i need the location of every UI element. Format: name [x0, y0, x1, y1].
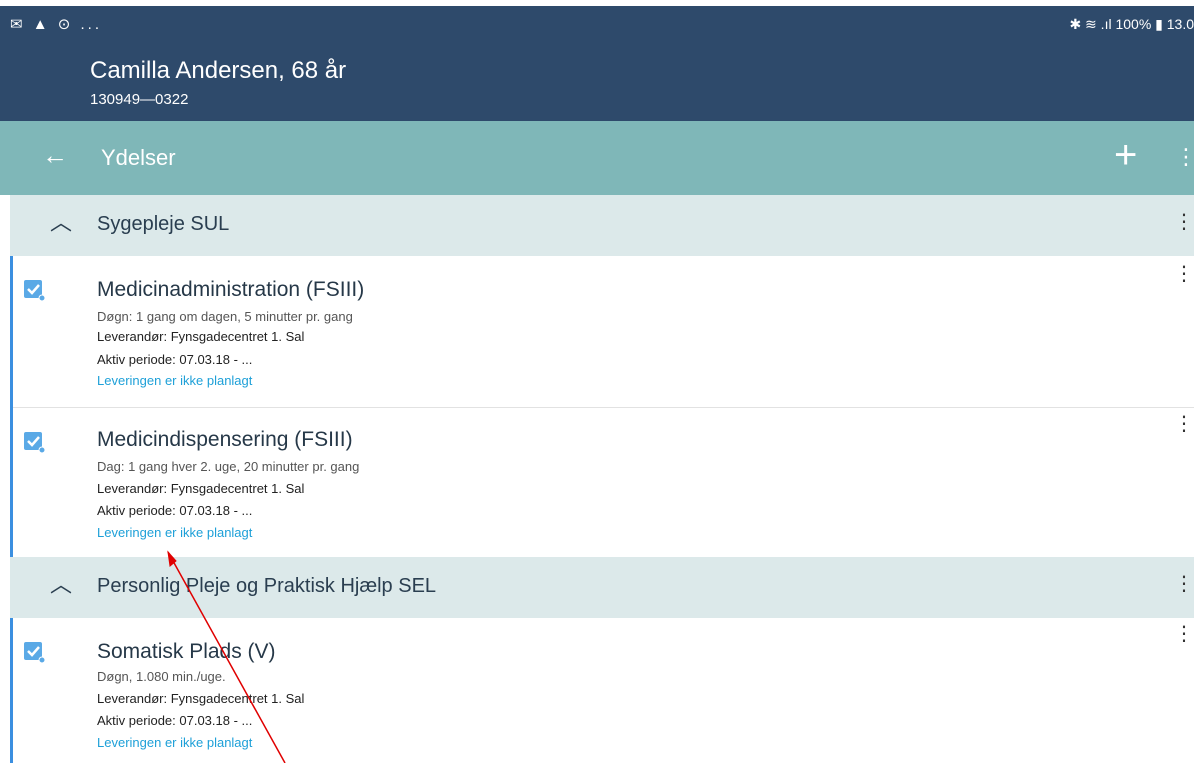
checked-task-icon	[24, 642, 46, 664]
delivery-status-link[interactable]: Leveringen er ikke planlagt	[97, 735, 252, 750]
list-item[interactable]: Medicinadministration (FSIII) Døgn: 1 ga…	[13, 256, 1194, 408]
delivery-status-link[interactable]: Leveringen er ikke planlagt	[97, 525, 252, 540]
checked-task-icon	[24, 432, 46, 454]
section-header[interactable]: ︿ Personlig Pleje og Praktisk Hjælp SEL …	[10, 557, 1194, 618]
app-bar: ← Ydelser + ⋮	[0, 121, 1194, 195]
chevron-up-icon[interactable]: ︿	[50, 211, 72, 235]
more-vert-icon[interactable]: ⋮	[1174, 413, 1194, 435]
delivery-status-link[interactable]: Leveringen er ikke planlagt	[97, 373, 252, 388]
service-period: Aktiv periode: 07.03.18 - ...	[97, 713, 253, 728]
patient-cpr: 130949—0322	[90, 91, 189, 108]
more-vert-icon[interactable]: ⋮	[1174, 623, 1194, 645]
section-header[interactable]: ︿ Sygepleje SUL ⋮	[10, 195, 1194, 256]
back-arrow-icon[interactable]: ←	[42, 141, 68, 169]
service-frequency: Døgn, 1.080 min./uge.	[97, 669, 226, 684]
service-provider: Leverandør: Fynsgadecentret 1. Sal	[97, 329, 305, 344]
more-vert-icon[interactable]: ⋮	[1174, 573, 1194, 595]
list-item[interactable]: Medicindispensering (FSIII) Dag: 1 gang …	[13, 408, 1194, 557]
more-vert-icon[interactable]: ⋮	[1174, 211, 1194, 233]
section-label: Sygepleje SUL	[97, 213, 230, 235]
notification-icons: ✉ ▲ ⊙ ...	[10, 16, 102, 33]
service-title: Somatisk Plads (V)	[97, 640, 276, 663]
service-period: Aktiv periode: 07.03.18 - ...	[97, 352, 253, 367]
more-vert-icon[interactable]: ⋮	[1175, 145, 1194, 169]
chevron-up-icon[interactable]: ︿	[50, 573, 72, 597]
patient-name: Camilla Andersen, 68 år	[90, 57, 347, 84]
service-frequency: Dag: 1 gang hver 2. uge, 20 minutter pr.…	[97, 459, 360, 474]
patient-header: Camilla Andersen, 68 år 130949—0322	[0, 45, 1194, 121]
service-provider: Leverandør: Fynsgadecentret 1. Sal	[97, 691, 305, 706]
system-status: ✱ ≋ .ıl 100% ▮ 13.0	[1069, 16, 1194, 32]
section-label: Personlig Pleje og Praktisk Hjælp SEL	[97, 575, 437, 597]
more-vert-icon[interactable]: ⋮	[1174, 263, 1194, 285]
status-bar: ✉ ▲ ⊙ ... ✱ ≋ .ıl 100% ▮ 13.0	[0, 6, 1194, 45]
checked-task-icon	[24, 280, 46, 302]
list-item[interactable]: Somatisk Plads (V) Døgn, 1.080 min./uge.…	[13, 618, 1194, 763]
add-icon[interactable]: +	[1114, 133, 1137, 177]
service-period: Aktiv periode: 07.03.18 - ...	[97, 503, 253, 518]
service-provider: Leverandør: Fynsgadecentret 1. Sal	[97, 481, 305, 496]
service-title: Medicinadministration (FSIII)	[97, 278, 365, 301]
service-frequency: Døgn: 1 gang om dagen, 5 minutter pr. ga…	[97, 309, 353, 324]
page-title: Ydelser	[101, 145, 176, 170]
service-title: Medicindispensering (FSIII)	[97, 428, 353, 451]
